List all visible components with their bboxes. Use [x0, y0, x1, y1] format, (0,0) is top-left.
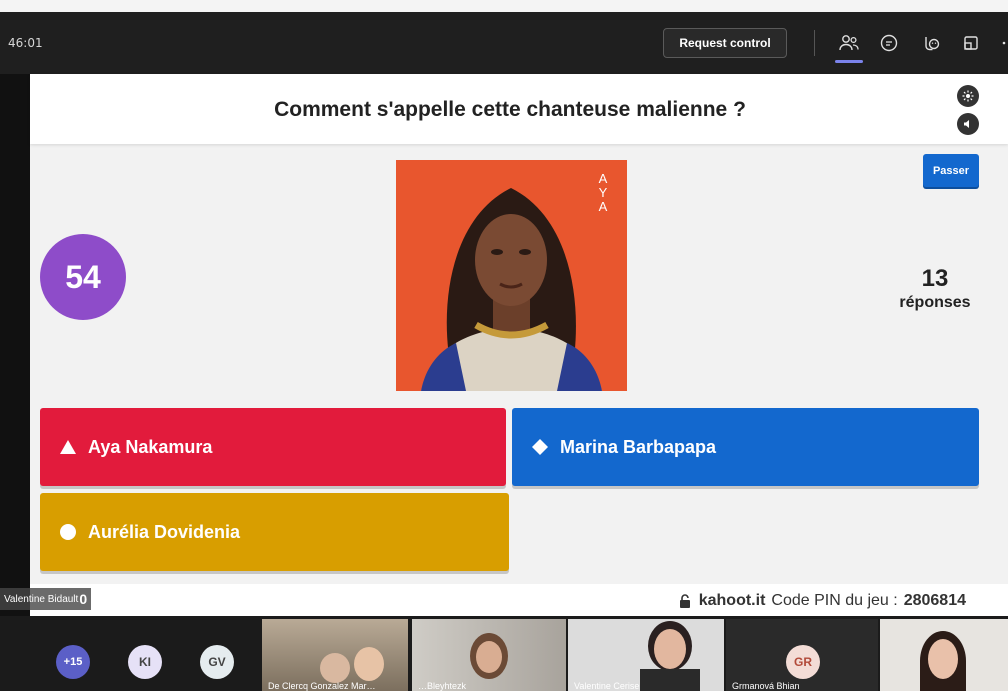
pin-label: Code PIN du jeu :	[771, 592, 898, 609]
kahoot-slide: Comment s'appelle cette chanteuse malien…	[0, 74, 1008, 616]
left-gutter	[0, 74, 30, 616]
triangle-icon	[58, 437, 78, 457]
participant-avatar: GR	[786, 645, 820, 679]
answer-label: Aurélia Dovidenia	[88, 521, 241, 542]
answer-option-2[interactable]: Marina Barbapapa	[512, 408, 979, 486]
answers-counter: 13 réponses	[890, 266, 980, 312]
participant-name: Valentine Cerise	[574, 681, 640, 691]
singer-photo: AYA	[396, 160, 627, 391]
participant-video-tile[interactable]: …Bleyhtezk	[412, 619, 566, 691]
more-participants-avatar[interactable]: +15	[56, 645, 90, 679]
question-text: Comment s'appelle cette chanteuse malien…	[274, 98, 746, 121]
people-active-indicator	[835, 60, 863, 63]
answer-label: Marina Barbapapa	[560, 436, 717, 457]
teams-meeting-window: 46:01 Request control Comment s'appelle …	[0, 0, 1008, 691]
participants-strip: +15 KI GV De Clercq Gonzalez Mar… …Bleyh…	[0, 616, 1008, 691]
score-value: 0	[79, 591, 88, 607]
pin-code: 2806814	[903, 592, 966, 609]
diamond-icon	[530, 437, 550, 457]
chat-icon[interactable]	[876, 30, 902, 56]
participant-video-tile[interactable]	[880, 619, 1008, 691]
participant-name: De Clercq Gonzalez Mar…	[268, 681, 376, 691]
game-pin: kahoot.it Code PIN du jeu : 2806814	[679, 592, 966, 610]
participant-avatar[interactable]: GV	[200, 645, 234, 679]
top-strip	[0, 0, 1008, 12]
people-icon[interactable]	[836, 30, 862, 56]
meeting-toolbar: 46:01 Request control	[0, 12, 1008, 74]
question-bar: Comment s'appelle cette chanteuse malien…	[30, 74, 1008, 144]
answers-count-label: réponses	[899, 294, 971, 311]
view-layout-icon[interactable]	[958, 30, 984, 56]
participant-video-tile[interactable]: Valentine Cerise	[568, 619, 724, 691]
meeting-timer: 46:01	[8, 36, 43, 50]
answer-option-1[interactable]: Aya Nakamura	[40, 408, 506, 486]
photo-caption: AYA	[598, 171, 608, 214]
sound-icon[interactable]	[957, 113, 979, 135]
reactions-icon[interactable]	[918, 30, 944, 56]
answer-option-3[interactable]: Aurélia Dovidenia	[40, 493, 509, 571]
toolbar-divider	[814, 30, 815, 56]
answers-count-number: 13	[921, 265, 949, 292]
skip-button[interactable]: Passer	[923, 154, 979, 187]
participant-tile[interactable]: GR Grmanová Bhian	[726, 619, 878, 691]
presenter-name-overlay: Valentine Bidault 0	[0, 588, 92, 610]
request-control-button[interactable]: Request control	[663, 28, 787, 58]
more-options-icon[interactable]	[994, 30, 1008, 56]
presenter-name: Valentine Bidault	[4, 593, 79, 605]
countdown-timer: 54	[40, 234, 126, 320]
slide-footer: Valentine Bidault 0 kahoot.it Code PIN d…	[0, 584, 1008, 616]
circle-icon	[58, 522, 78, 542]
participant-avatar[interactable]: KI	[128, 645, 162, 679]
participant-name: Grmanová Bhian	[732, 681, 800, 691]
kahoot-brand: kahoot.it	[698, 592, 766, 609]
participant-video-tile[interactable]: De Clercq Gonzalez Mar…	[262, 619, 408, 691]
lock-icon	[679, 594, 691, 608]
settings-icon[interactable]	[957, 85, 979, 107]
participant-name: …Bleyhtezk	[418, 681, 467, 691]
singer-illustration	[396, 160, 627, 391]
answer-label: Aya Nakamura	[88, 436, 213, 457]
